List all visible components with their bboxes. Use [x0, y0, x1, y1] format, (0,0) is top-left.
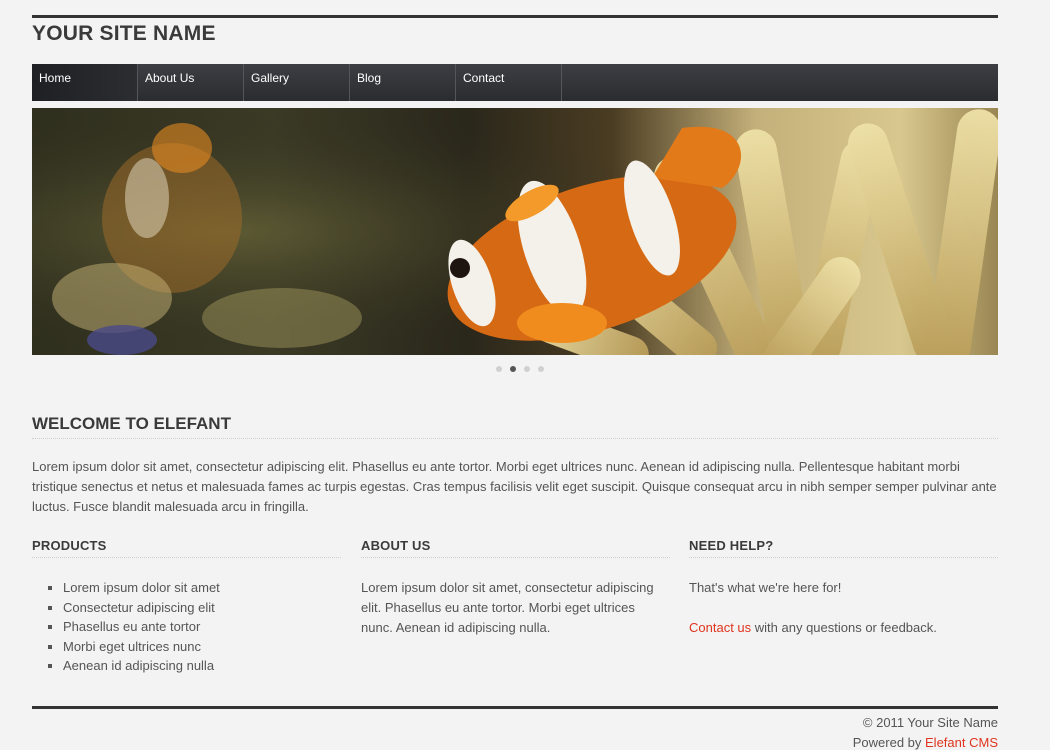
list-item: Consectetur adipiscing elit [63, 598, 341, 618]
slider-dot-4[interactable] [538, 366, 544, 372]
slider-dot-2[interactable] [510, 366, 516, 372]
help-heading: NEED HELP? [689, 538, 998, 558]
about-text: Lorem ipsum dolor sit amet, consectetur … [361, 580, 654, 635]
help-text: That's what we're here for! [689, 580, 842, 595]
help-column: NEED HELP? That's what we're here for! C… [689, 538, 998, 638]
about-heading: ABOUT US [361, 538, 670, 558]
slider-dot-1[interactable] [496, 366, 502, 372]
slider-pagination [496, 366, 544, 372]
footer-copyright: © 2011 Your Site Name [862, 715, 998, 730]
products-column: PRODUCTS Lorem ipsum dolor sit amet Cons… [32, 538, 341, 676]
footer-powered: Powered by Elefant CMS [32, 733, 998, 750]
footer-rule [32, 706, 998, 709]
about-column: ABOUT US Lorem ipsum dolor sit amet, con… [361, 538, 670, 638]
site-title[interactable]: YOUR SITE NAME [32, 22, 216, 46]
footer: © 2011 Your Site Name Powered by Elefant… [32, 713, 998, 750]
nav-item-home[interactable]: Home [32, 64, 138, 101]
list-item: Aenean id adipiscing nulla [63, 656, 341, 676]
clownfish-illustration [32, 108, 998, 355]
welcome-text: Lorem ipsum dolor sit amet, consectetur … [32, 459, 997, 514]
header-rule [32, 15, 998, 18]
main-nav: Home About Us Gallery Blog Contact [32, 64, 998, 101]
products-list: Lorem ipsum dolor sit amet Consectetur a… [32, 578, 341, 676]
slider-dot-3[interactable] [524, 366, 530, 372]
elefant-cms-link[interactable]: Elefant CMS [925, 735, 998, 750]
list-item: Lorem ipsum dolor sit amet [63, 578, 341, 598]
nav-item-about-us[interactable]: About Us [138, 64, 244, 101]
nav-item-contact[interactable]: Contact [456, 64, 562, 101]
products-heading: PRODUCTS [32, 538, 341, 558]
list-item: Morbi eget ultrices nunc [63, 637, 341, 657]
nav-item-blog[interactable]: Blog [350, 64, 456, 101]
help-contact-rest: with any questions or feedback. [751, 620, 937, 635]
help-contact-line: Contact us with any questions or feedbac… [689, 618, 998, 638]
powered-prefix: Powered by [852, 735, 926, 750]
contact-us-link[interactable]: Contact us [689, 620, 751, 635]
hero-slider-image[interactable] [32, 108, 998, 355]
nav-item-gallery[interactable]: Gallery [244, 64, 350, 101]
list-item: Phasellus eu ante tortor [63, 617, 341, 637]
welcome-heading: WELCOME TO ELEFANT [32, 414, 998, 439]
